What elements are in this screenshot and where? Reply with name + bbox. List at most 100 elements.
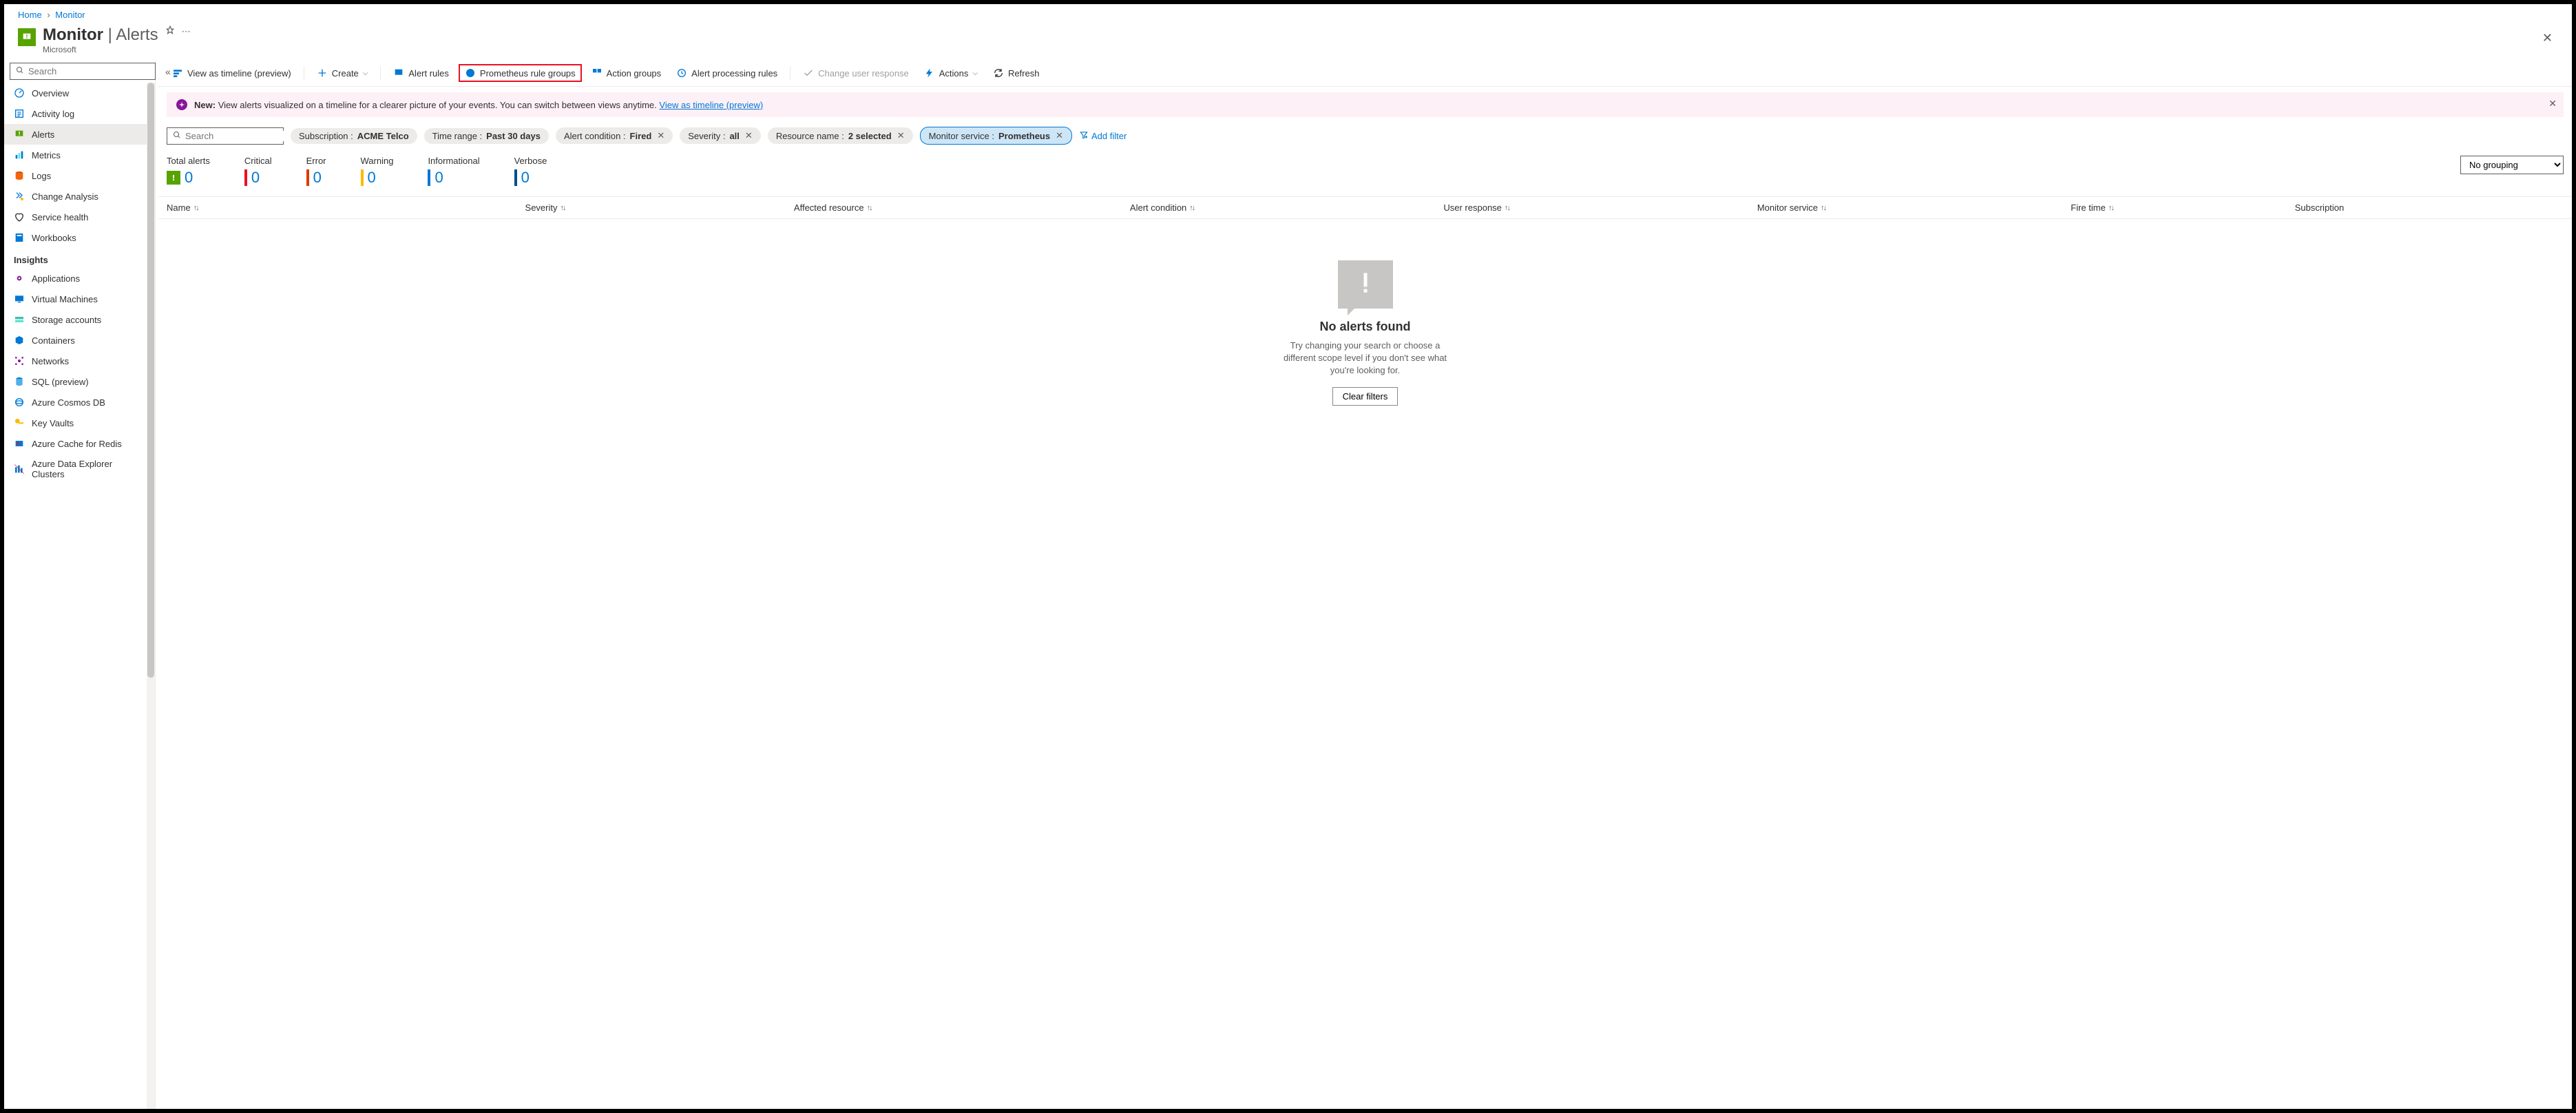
empty-title: No alerts found	[1319, 320, 1410, 334]
banner-close-icon[interactable]: ✕	[2548, 98, 2557, 110]
scrollbar-thumb[interactable]	[147, 83, 154, 678]
sidebar-item-metrics[interactable]: Metrics	[4, 145, 155, 165]
pill-close-icon[interactable]: ✕	[1056, 130, 1063, 141]
alert-rules-button[interactable]: Alert rules	[388, 65, 454, 81]
action-groups-icon	[591, 67, 603, 79]
sort-icon: ↑↓	[1821, 204, 1825, 212]
stat-warning[interactable]: Warning0	[361, 156, 394, 187]
breadcrumb-home[interactable]: Home	[18, 10, 42, 20]
sidebar-item-label: Alerts	[32, 129, 54, 140]
sidebar-item-label: Key Vaults	[32, 418, 74, 428]
empty-state-icon	[1338, 260, 1393, 309]
cosmos-icon	[14, 397, 25, 408]
column-alert-condition[interactable]: Alert condition↑↓	[1130, 202, 1443, 213]
sql-icon	[14, 376, 25, 387]
sidebar-item-change-analysis[interactable]: Change Analysis	[4, 186, 155, 207]
sidebar: « OverviewActivity logAlertsMetricsLogsC…	[4, 60, 156, 1109]
alert-processing-rules-button[interactable]: Alert processing rules	[671, 65, 783, 81]
column-monitor-service[interactable]: Monitor service↑↓	[1757, 202, 2071, 213]
sidebar-item-label: Containers	[32, 335, 75, 346]
alerts-search[interactable]	[167, 127, 284, 145]
sidebar-search[interactable]	[10, 63, 156, 80]
column-subscription[interactable]: Subscription	[2295, 202, 2564, 213]
column-name[interactable]: Name↑↓	[167, 202, 525, 213]
severity-bar	[514, 169, 517, 186]
severity-bar	[428, 169, 430, 186]
sidebar-item-azure-cache-for-redis[interactable]: Azure Cache for Redis	[4, 433, 155, 454]
sidebar-item-label: Activity log	[32, 109, 74, 119]
view-timeline-button[interactable]: View as timeline (preview)	[167, 65, 297, 81]
create-button[interactable]: Create ⌵	[311, 65, 374, 81]
sidebar-item-label: SQL (preview)	[32, 377, 89, 387]
sidebar-item-workbooks[interactable]: Workbooks	[4, 227, 155, 248]
sidebar-item-azure-cosmos-db[interactable]: Azure Cosmos DB	[4, 392, 155, 413]
sidebar-item-storage-accounts[interactable]: Storage accounts	[4, 309, 155, 330]
sidebar-item-virtual-machines[interactable]: Virtual Machines	[4, 289, 155, 309]
actions-button[interactable]: Actions ⌵	[919, 65, 983, 81]
sidebar-item-key-vaults[interactable]: Key Vaults	[4, 413, 155, 433]
sidebar-item-service-health[interactable]: Service health	[4, 207, 155, 227]
column-user-response[interactable]: User response↑↓	[1443, 202, 1757, 213]
column-severity[interactable]: Severity↑↓	[525, 202, 794, 213]
log-icon	[14, 108, 25, 119]
filter-pill-resourcename[interactable]: Resource name : 2 selected✕	[768, 127, 913, 144]
sidebar-item-containers[interactable]: Containers	[4, 330, 155, 351]
add-filter-button[interactable]: Add filter	[1079, 130, 1127, 142]
sidebar-item-azure-data-explorer-clusters[interactable]: Azure Data Explorer Clusters	[4, 454, 155, 484]
grouping-select[interactable]: No grouping	[2460, 156, 2564, 174]
stat-label: Error	[306, 156, 326, 166]
vm-icon	[14, 293, 25, 304]
sidebar-item-logs[interactable]: Logs	[4, 165, 155, 186]
breadcrumb-sep: ›	[47, 10, 50, 20]
severity-bar	[361, 169, 364, 186]
column-fire-time[interactable]: Fire time↑↓	[2071, 202, 2294, 213]
stat-error[interactable]: Error0	[306, 156, 326, 187]
pill-close-icon[interactable]: ✕	[745, 130, 753, 141]
sort-icon: ↑↓	[867, 204, 872, 212]
filter-pill-alertcondition[interactable]: Alert condition : Fired✕	[556, 127, 673, 144]
prometheus-rule-groups-button[interactable]: Prometheus rule groups	[459, 64, 582, 82]
stat-verbose[interactable]: Verbose0	[514, 156, 547, 187]
filter-pill-severity[interactable]: Severity : all✕	[680, 127, 761, 144]
sidebar-item-label: Metrics	[32, 150, 61, 160]
sidebar-item-alerts[interactable]: Alerts	[4, 124, 155, 145]
filter-pill-monitorservice[interactable]: Monitor service : Prometheus✕	[920, 127, 1072, 145]
storage-icon	[14, 314, 25, 325]
alert-icon	[14, 129, 25, 140]
sidebar-item-label: Azure Cache for Redis	[32, 439, 122, 449]
action-groups-button[interactable]: Action groups	[586, 65, 667, 81]
stat-critical[interactable]: Critical0	[244, 156, 272, 187]
filter-pill-subscription[interactable]: Subscription : ACME Telco	[291, 128, 417, 144]
filter-pill-timerange[interactable]: Time range : Past 30 days	[424, 128, 549, 144]
pill-close-icon[interactable]: ✕	[897, 130, 905, 141]
key-icon	[14, 417, 25, 428]
page-subtitle: Microsoft	[43, 45, 158, 54]
sidebar-item-activity-log[interactable]: Activity log	[4, 103, 155, 124]
logs-icon	[14, 170, 25, 181]
sidebar-search-input[interactable]	[28, 66, 149, 76]
banner-link[interactable]: View as timeline (preview)	[659, 100, 763, 110]
pin-icon[interactable]	[165, 25, 175, 37]
pill-close-icon[interactable]: ✕	[657, 130, 664, 141]
empty-state: No alerts found Try changing your search…	[158, 219, 2572, 1109]
stat-informational[interactable]: Informational0	[428, 156, 479, 187]
clear-filters-button[interactable]: Clear filters	[1332, 387, 1399, 406]
severity-bar	[244, 169, 247, 186]
stat-label: Critical	[244, 156, 272, 166]
more-icon[interactable]: ⋯	[182, 26, 192, 37]
sidebar-item-overview[interactable]: Overview	[4, 83, 155, 103]
sidebar-item-applications[interactable]: Applications	[4, 268, 155, 289]
sidebar-item-sql-preview-[interactable]: SQL (preview)	[4, 371, 155, 392]
sidebar-item-networks[interactable]: Networks	[4, 351, 155, 371]
stats-row: Total alerts0 Critical0 Error0 Warning0 Info…	[158, 152, 2572, 196]
scrollbar-track[interactable]	[147, 83, 155, 1109]
close-button[interactable]: ✕	[2537, 25, 2558, 51]
column-affected-resource[interactable]: Affected resource↑↓	[794, 202, 1130, 213]
stat-total-alerts[interactable]: Total alerts0	[167, 156, 210, 187]
alerts-search-input[interactable]	[185, 131, 306, 141]
sort-icon: ↑↓	[561, 204, 565, 212]
gauge-icon	[14, 87, 25, 98]
breadcrumb-monitor[interactable]: Monitor	[55, 10, 85, 20]
refresh-button[interactable]: Refresh	[987, 65, 1045, 81]
sidebar-item-label: Workbooks	[32, 233, 76, 243]
